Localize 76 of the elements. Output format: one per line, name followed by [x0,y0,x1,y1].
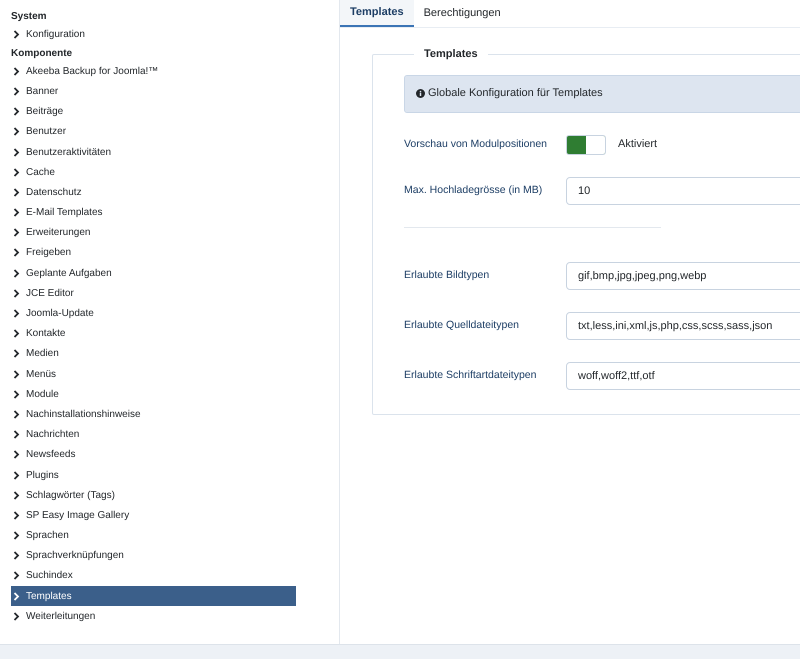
chevron-right-icon [13,107,20,116]
text-input-field[interactable]: woff,woff2,ttf,otf [566,362,800,390]
chevron-right-icon [13,612,20,621]
sidebar-item[interactable]: Datenschutz [11,182,296,202]
chevron-right-icon [13,208,20,218]
sidebar-item[interactable]: Kontakte [11,324,296,344]
info-alert: Globale Konfiguration für Templates [404,74,800,112]
chevron-right-icon [13,410,20,419]
chevron-right-icon [13,168,20,177]
chevron-right-icon [13,592,20,601]
sidebar-item[interactable]: Benutzer [11,122,296,142]
sidebar-item[interactable]: E-Mail Templates [11,202,296,223]
field-label: Max. Hochladegrösse (in MB) [404,182,544,198]
chevron-right-icon [13,86,20,96]
chevron-right-icon [13,188,20,197]
switch-state-label: Aktiviert [618,137,658,152]
chevron-right-icon [13,390,20,399]
sidebar-item[interactable]: Templates [11,586,296,606]
chevron-right-icon [13,551,20,560]
field-label: Erlaubte Schriftartdateitypen [404,368,538,383]
field-label: Erlaubte Bildtypen [404,268,490,283]
chevron-right-icon [13,228,20,238]
chevron-right-icon [13,127,20,136]
section-heading: System [11,10,48,24]
chevron-right-icon [13,30,20,39]
chevron-right-icon [13,531,20,540]
chevron-right-icon [13,349,20,358]
chevron-right-icon [13,510,20,520]
text-input-field[interactable]: txt,less,ini,xml,js,php,css,scss,sass,json [566,312,800,340]
info-icon [416,89,425,98]
sidebar-item[interactable]: Freigeben [11,242,296,264]
field-label: Erlaubte Quelldateitypen [404,318,520,333]
toggle-switch[interactable] [566,134,606,154]
section-heading: Komponente [11,47,74,62]
sidebar-item[interactable]: Akeeba Backup for Joomla!™ [11,61,296,82]
chevron-right-icon [13,370,20,379]
chevron-right-icon [13,268,20,278]
sidebar-item[interactable]: Suchindex [11,566,296,586]
fieldset-legend: Templates [414,46,488,62]
sidebar-item[interactable]: SP Easy Image Gallery [11,505,296,526]
sidebar-item[interactable]: Sprachverknüpfungen [11,546,296,566]
sidebar-item[interactable]: Module [11,384,296,404]
chevron-right-icon [13,490,20,500]
tab[interactable]: Templates [340,0,414,27]
chevron-right-icon [13,288,20,298]
text-input-field[interactable]: 10 [566,176,800,204]
chevron-right-icon [13,148,20,157]
chevron-right-icon [13,66,20,76]
tab[interactable]: Berechtigungen [414,0,511,27]
sidebar-item[interactable]: Nachrichten [11,424,296,445]
chevron-right-icon [13,450,20,460]
chevron-right-icon [13,309,20,318]
chevron-right-icon [13,430,20,440]
sidebar-item[interactable]: Banner [11,81,296,102]
chevron-right-icon [13,329,20,338]
sidebar-item[interactable]: Menüs [11,364,296,384]
sidebar-item[interactable]: Geplante Aufgaben [11,263,296,284]
sidebar-item[interactable]: JCE Editor [11,283,296,304]
chevron-right-icon [13,470,20,480]
chevron-right-icon [13,571,20,580]
text-input-field[interactable]: gif,bmp,jpg,jpeg,png,webp [566,262,800,290]
sidebar-item[interactable]: Erweiterungen [11,222,296,243]
sidebar-item[interactable]: Cache [11,162,296,182]
sidebar-item[interactable]: Schlagwörter (Tags) [11,485,296,506]
sidebar-item[interactable]: Benutzeraktivitäten [11,142,296,162]
sidebar-item[interactable]: Konfiguration [11,24,296,44]
sidebar-item[interactable]: Plugins [11,464,296,486]
field-label: Vorschau von Modulpositionen [404,136,548,152]
sidebar-item[interactable]: Medien [11,344,296,364]
sidebar-item[interactable]: Newsfeeds [11,444,296,465]
sidebar-item[interactable]: Nachinstallationshinweise [11,404,296,425]
sidebar-item[interactable]: Joomla-Update [11,303,296,324]
sidebar-item[interactable]: Beiträge [11,102,296,122]
sidebar-item[interactable]: Sprachen [11,526,296,546]
sidebar-item[interactable]: Weiterleitungen [11,606,296,626]
chevron-right-icon [13,248,20,258]
